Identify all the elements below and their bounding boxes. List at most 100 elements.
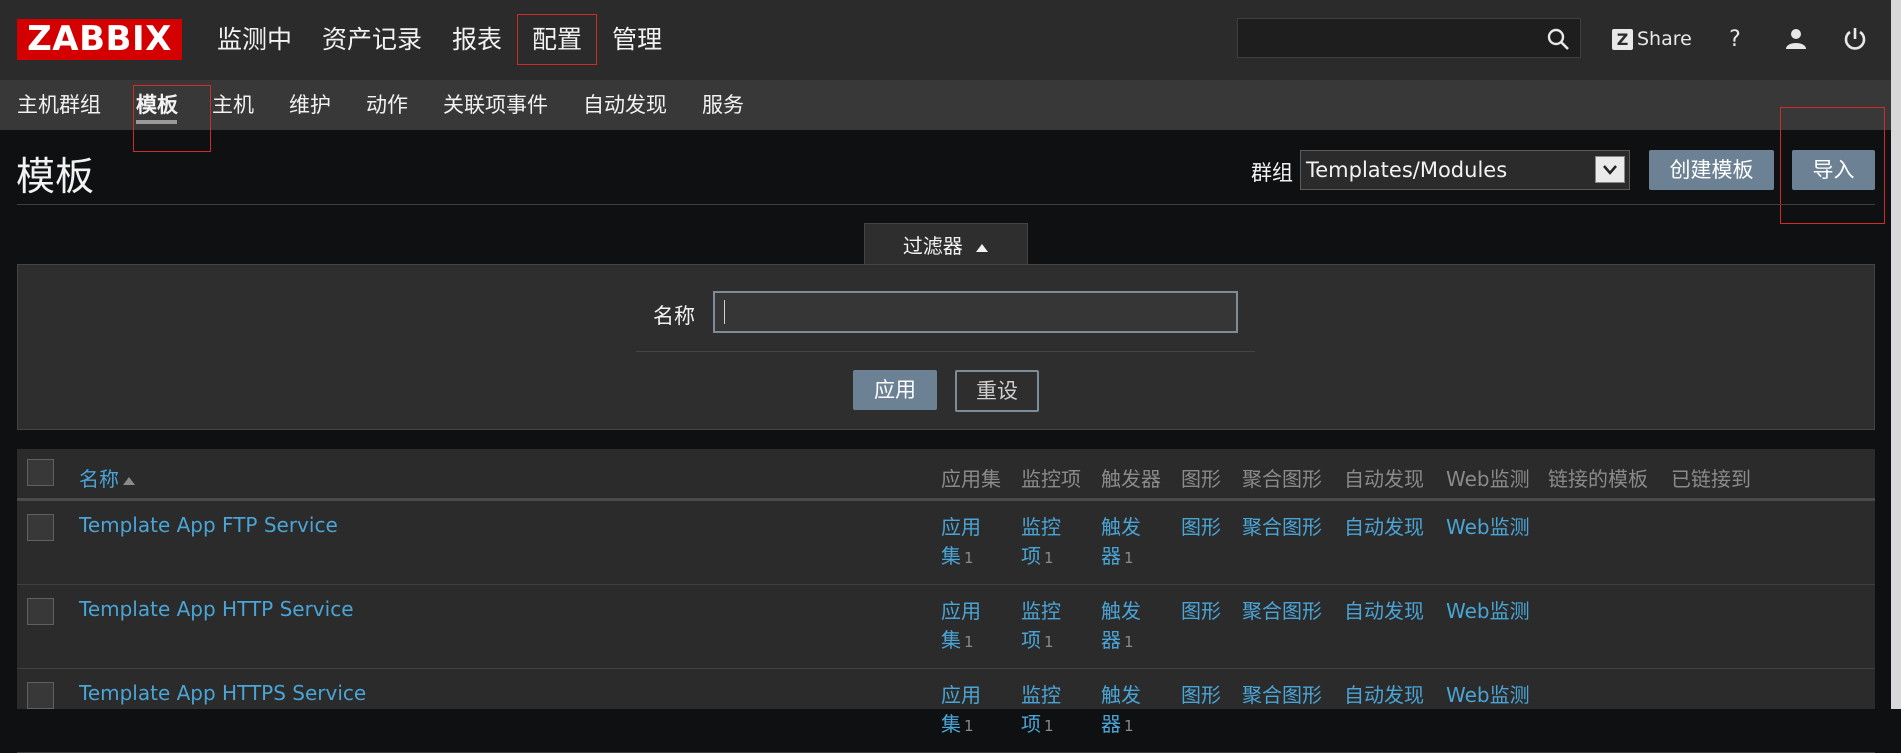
screens-link[interactable]: 聚合图形 — [1242, 513, 1322, 542]
applications-link[interactable]: 应用集 1 — [941, 513, 985, 573]
top-header: ZABBIX 监测中 资产记录 报表 配置 管理 Z Share ? — [0, 0, 1901, 80]
filter-name-input[interactable] — [713, 291, 1238, 333]
subnav-host-groups[interactable]: 主机群组 — [17, 80, 101, 130]
apply-button[interactable]: 应用 — [853, 370, 937, 410]
triggers-count: 1 — [1124, 717, 1134, 735]
zabbix-logo[interactable]: ZABBIX — [17, 19, 182, 60]
col-linked-templates: 链接的模板 — [1548, 467, 1648, 491]
graphs-link[interactable]: 图形 — [1181, 513, 1221, 542]
template-name-link[interactable]: Template App FTP Service — [79, 513, 338, 537]
web-link[interactable]: Web监测 — [1446, 597, 1530, 626]
items-link-line1: 监控 — [1021, 515, 1061, 539]
subnav-correlation[interactable]: 关联项事件 — [443, 80, 548, 130]
nav-reports-label: 报表 — [452, 25, 503, 54]
templates-table: 名称 应用集 监控项 触发器 图形 聚合图形 自动发现 Web监测 链接的模板 … — [17, 449, 1875, 753]
nav-configuration[interactable]: 配置 — [517, 0, 598, 80]
group-label: 群组 — [1251, 161, 1293, 185]
row-checkbox[interactable] — [27, 682, 54, 709]
applications-link[interactable]: 应用集 1 — [941, 681, 985, 741]
nav-administration[interactable]: 管理 — [597, 0, 677, 80]
power-icon[interactable] — [1840, 24, 1870, 54]
items-count: 1 — [1044, 633, 1054, 651]
group-select[interactable]: Templates/Modules — [1300, 150, 1630, 190]
applications-count: 1 — [964, 633, 974, 651]
items-link-line2: 项 — [1021, 712, 1041, 736]
table-header: 名称 应用集 监控项 触发器 图形 聚合图形 自动发现 Web监测 链接的模板 … — [17, 449, 1875, 501]
subnav-actions[interactable]: 动作 — [366, 80, 408, 130]
zabbix-share-icon: Z — [1612, 28, 1633, 50]
col-graphs: 图形 — [1181, 467, 1221, 491]
web-link[interactable]: Web监测 — [1446, 681, 1530, 710]
col-screens: 聚合图形 — [1242, 467, 1322, 491]
sub-nav: 主机群组 模板 主机 维护 动作 关联项事件 自动发现 服务 — [0, 80, 1901, 130]
web-link[interactable]: Web监测 — [1446, 513, 1530, 542]
applications-link-line1: 应用 — [941, 599, 981, 623]
templates-highlight-box — [133, 85, 211, 152]
triggers-link[interactable]: 触发器 1 — [1101, 597, 1145, 657]
vertical-scrollbar[interactable] — [1891, 0, 1901, 709]
user-icon[interactable] — [1781, 24, 1811, 54]
graphs-link[interactable]: 图形 — [1181, 681, 1221, 710]
triggers-link-line1: 触发 — [1101, 599, 1141, 623]
help-icon[interactable]: ? — [1720, 24, 1750, 54]
filter-toggle[interactable]: 过滤器 — [864, 223, 1028, 265]
items-link-line1: 监控 — [1021, 599, 1061, 623]
col-items: 监控项 — [1021, 467, 1081, 491]
nav-configuration-highlight — [517, 14, 598, 65]
triggers-count: 1 — [1124, 633, 1134, 651]
filter-name-label: 名称 — [653, 304, 695, 328]
main-nav: 监测中 资产记录 报表 配置 管理 — [202, 0, 677, 80]
share-link[interactable]: Z Share — [1612, 24, 1692, 54]
nav-monitoring[interactable]: 监测中 — [202, 0, 307, 80]
search-icon[interactable] — [1546, 27, 1570, 55]
template-name-link[interactable]: Template App HTTPS Service — [79, 681, 366, 705]
import-highlight-box — [1780, 107, 1885, 224]
graphs-link[interactable]: 图形 — [1181, 597, 1221, 626]
applications-link[interactable]: 应用集 1 — [941, 597, 985, 657]
discovery-link[interactable]: 自动发现 — [1344, 681, 1424, 710]
filter-divider — [636, 351, 1255, 352]
discovery-link[interactable]: 自动发现 — [1344, 513, 1424, 542]
group-select-value: Templates/Modules — [1306, 158, 1508, 182]
global-search[interactable] — [1237, 18, 1581, 58]
select-all-checkbox[interactable] — [27, 459, 54, 486]
template-name-link[interactable]: Template App HTTP Service — [79, 597, 354, 621]
page-title: 模板 — [16, 155, 95, 200]
filter-panel — [17, 264, 1875, 430]
items-count: 1 — [1044, 717, 1054, 735]
items-link[interactable]: 监控项 1 — [1021, 681, 1065, 741]
nav-reports[interactable]: 报表 — [437, 0, 517, 80]
triggers-link[interactable]: 触发器 1 — [1101, 681, 1145, 741]
nav-inventory[interactable]: 资产记录 — [307, 0, 437, 80]
applications-link-line2: 集 — [941, 544, 961, 568]
subnav-hosts[interactable]: 主机 — [212, 80, 254, 130]
subnav-maintenance[interactable]: 维护 — [289, 80, 331, 130]
triggers-link-line2: 器 — [1101, 712, 1121, 736]
screens-link[interactable]: 聚合图形 — [1242, 597, 1322, 626]
subnav-discovery[interactable]: 自动发现 — [583, 80, 667, 130]
col-name-label: 名称 — [79, 467, 119, 491]
col-applications: 应用集 — [941, 467, 1001, 491]
col-discovery: 自动发现 — [1344, 467, 1424, 491]
col-name[interactable]: 名称 — [79, 463, 135, 492]
discovery-link[interactable]: 自动发现 — [1344, 597, 1424, 626]
subnav-services[interactable]: 服务 — [702, 80, 744, 130]
row-checkbox[interactable] — [27, 514, 54, 541]
text-caret — [724, 300, 725, 324]
screens-link[interactable]: 聚合图形 — [1242, 681, 1322, 710]
items-link-line2: 项 — [1021, 628, 1041, 652]
triggers-link-line2: 器 — [1101, 628, 1121, 652]
applications-link-line2: 集 — [941, 712, 961, 736]
triggers-link[interactable]: 触发器 1 — [1101, 513, 1145, 573]
nav-inventory-label: 资产记录 — [322, 25, 423, 54]
applications-link-line1: 应用 — [941, 683, 981, 707]
create-template-button[interactable]: 创建模板 — [1649, 150, 1774, 190]
triggers-link-line1: 触发 — [1101, 683, 1141, 707]
row-checkbox[interactable] — [27, 598, 54, 625]
items-count: 1 — [1044, 549, 1054, 567]
reset-button[interactable]: 重设 — [955, 370, 1039, 412]
items-link[interactable]: 监控项 1 — [1021, 597, 1065, 657]
table-row: Template App HTTP Service 应用集 1 监控项 1 触发器 1… — [17, 585, 1875, 669]
items-link[interactable]: 监控项 1 — [1021, 513, 1065, 573]
chevron-down-icon[interactable] — [1595, 156, 1625, 183]
